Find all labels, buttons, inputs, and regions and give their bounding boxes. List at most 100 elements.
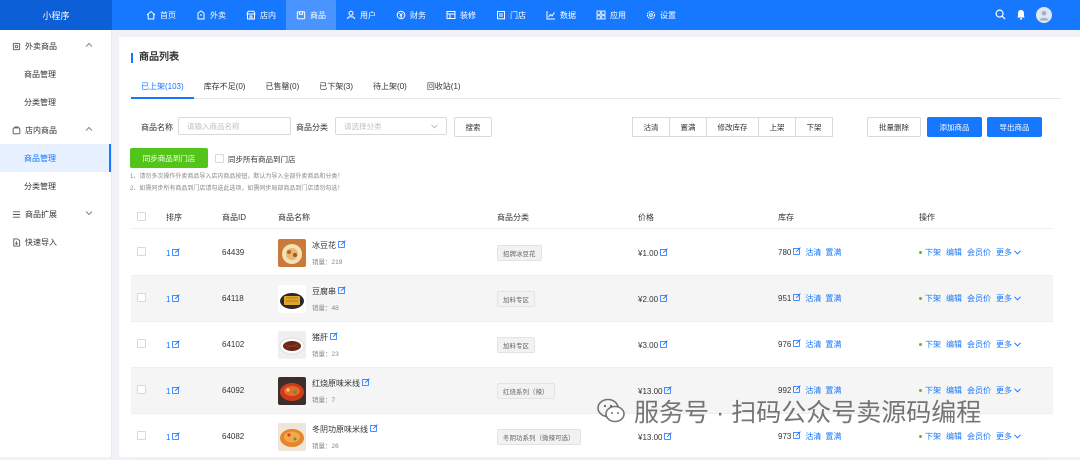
edit-icon[interactable]: [172, 431, 181, 442]
avatar[interactable]: [1036, 7, 1052, 23]
search-button[interactable]: 搜索: [454, 117, 492, 137]
sidebar-group-1[interactable]: 店内商品: [0, 116, 111, 144]
more-dropdown[interactable]: 更多: [996, 386, 1022, 395]
member-price-link[interactable]: 会员价: [967, 432, 991, 441]
unlist-link[interactable]: 下架: [919, 248, 941, 257]
edit-link[interactable]: 编辑: [946, 294, 962, 303]
edit-icon[interactable]: [338, 239, 346, 250]
nav-item-10[interactable]: 设置: [636, 0, 686, 30]
export-products-button[interactable]: 导出商品: [987, 117, 1042, 137]
sync-all-checkbox[interactable]: [215, 154, 224, 163]
sidebar-group-2[interactable]: 商品扩展: [0, 200, 111, 228]
edit-icon[interactable]: [172, 293, 181, 304]
nav-item-3[interactable]: 商品: [286, 0, 336, 30]
bulk-button-3[interactable]: 上架: [758, 117, 796, 137]
edit-icon[interactable]: [172, 339, 181, 350]
tab-2[interactable]: 已售罄(0): [255, 81, 309, 99]
bulk-button-0[interactable]: 沽清: [632, 117, 670, 137]
edit-icon[interactable]: [793, 431, 802, 441]
bell-icon[interactable]: [1016, 9, 1026, 22]
product-sales: 销量：26: [312, 442, 339, 450]
app-logo[interactable]: 小程序: [0, 0, 112, 30]
nav-item-6[interactable]: 装修: [436, 0, 486, 30]
nav-item-9[interactable]: 应用: [586, 0, 636, 30]
bulk-button-4[interactable]: 下架: [795, 117, 833, 137]
member-price-link[interactable]: 会员价: [967, 248, 991, 257]
nav-item-2[interactable]: 店内: [236, 0, 286, 30]
member-price-link[interactable]: 会员价: [967, 294, 991, 303]
edit-icon[interactable]: [338, 285, 346, 296]
select-all-checkbox[interactable]: [137, 212, 146, 221]
sellout-link[interactable]: 沽清: [805, 294, 821, 303]
edit-icon[interactable]: [172, 247, 181, 258]
sellout-link[interactable]: 沽清: [805, 340, 821, 349]
bulk-button-2[interactable]: 修改库存: [706, 117, 759, 137]
fill-stock-link[interactable]: 置满: [825, 294, 841, 303]
sidebar-group-3[interactable]: 快速导入: [0, 228, 111, 256]
bulk-button-1[interactable]: 置满: [669, 117, 707, 137]
product-name: 猪肝: [312, 332, 328, 342]
edit-icon[interactable]: [793, 247, 802, 257]
row-checkbox[interactable]: [137, 339, 146, 348]
edit-icon[interactable]: [660, 247, 668, 258]
product-price: ¥3.00: [638, 340, 659, 350]
edit-icon[interactable]: [370, 423, 378, 434]
fill-stock-link[interactable]: 置满: [825, 340, 841, 349]
status-dot: [919, 297, 922, 301]
member-price-link[interactable]: 会员价: [967, 340, 991, 349]
row-checkbox[interactable]: [137, 247, 146, 256]
row-checkbox[interactable]: [137, 385, 146, 394]
product-price: ¥13.00: [638, 432, 663, 442]
edit-icon[interactable]: [664, 431, 673, 442]
sync-to-store-button[interactable]: 同步商品到门店: [130, 148, 208, 168]
sellout-link[interactable]: 沽清: [805, 432, 821, 441]
edit-link[interactable]: 编辑: [946, 432, 962, 441]
sidebar-item-0-1[interactable]: 分类管理: [0, 88, 111, 116]
row-checkbox[interactable]: [137, 293, 146, 302]
edit-icon[interactable]: [793, 293, 802, 303]
edit-icon[interactable]: [362, 377, 370, 388]
product-sales: 销量：7: [312, 396, 336, 404]
nav-item-1[interactable]: 外卖: [186, 0, 236, 30]
fill-stock-link[interactable]: 置满: [825, 432, 841, 441]
search-icon[interactable]: [995, 9, 1006, 22]
edit-icon[interactable]: [330, 331, 338, 342]
row-checkbox[interactable]: [137, 431, 146, 440]
unlist-link[interactable]: 下架: [919, 340, 941, 349]
category-select[interactable]: 请选择分类: [335, 117, 447, 135]
tab-1[interactable]: 库存不足(0): [194, 81, 256, 99]
sellout-link[interactable]: 沽清: [805, 248, 821, 257]
edit-icon[interactable]: [660, 339, 668, 350]
fill-stock-link[interactable]: 置满: [825, 248, 841, 257]
sidebar-item-1-0[interactable]: 商品管理: [0, 144, 111, 172]
edit-icon[interactable]: [660, 293, 668, 304]
nav-item-5[interactable]: 财务: [386, 0, 436, 30]
add-product-button[interactable]: 添加商品: [927, 117, 982, 137]
batch-delete-button[interactable]: 批量删除: [867, 117, 921, 137]
nav-item-0[interactable]: 首页: [136, 0, 186, 30]
more-dropdown[interactable]: 更多: [996, 340, 1022, 349]
tab-5[interactable]: 回收站(1): [417, 81, 471, 99]
sidebar-group-0[interactable]: 外卖商品: [0, 32, 111, 60]
nav-item-label: 外卖: [210, 10, 226, 20]
more-dropdown[interactable]: 更多: [996, 294, 1022, 303]
tab-4[interactable]: 待上架(0): [363, 81, 417, 99]
edit-link[interactable]: 编辑: [946, 340, 962, 349]
more-dropdown[interactable]: 更多: [996, 248, 1022, 257]
more-dropdown[interactable]: 更多: [996, 432, 1022, 441]
edit-icon[interactable]: [793, 339, 802, 349]
unlist-link[interactable]: 下架: [919, 294, 941, 303]
nav-item-8[interactable]: 数据: [536, 0, 586, 30]
sidebar-item-0-0[interactable]: 商品管理: [0, 60, 111, 88]
nav-item-4[interactable]: 用户: [336, 0, 386, 30]
unlist-link[interactable]: 下架: [919, 432, 941, 441]
edit-link[interactable]: 编辑: [946, 248, 962, 257]
sidebar-item-1-1[interactable]: 分类管理: [0, 172, 111, 200]
tab-3[interactable]: 已下架(3): [309, 81, 363, 99]
edit-icon[interactable]: [172, 385, 181, 396]
tab-0[interactable]: 已上架(103): [131, 81, 194, 99]
name-search-input[interactable]: [178, 117, 291, 135]
product-id: 64102: [222, 340, 245, 349]
nav-item-7[interactable]: 门店: [486, 0, 536, 30]
table-row: 1 64118 豆腐串 销量：48 加料专区 ¥2.00 951 沽清 置满 下架 编辑 会员价 更多: [131, 276, 1053, 322]
